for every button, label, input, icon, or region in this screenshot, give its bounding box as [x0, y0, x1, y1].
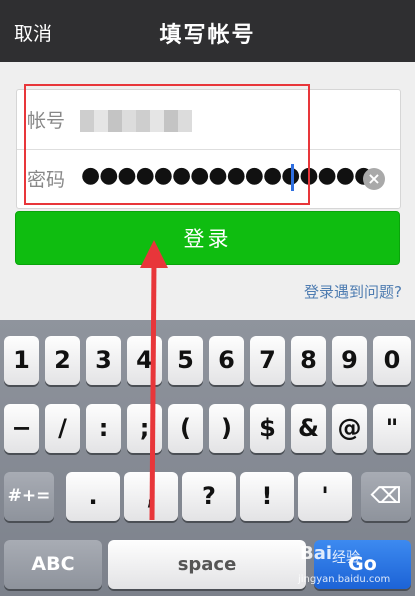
key-question[interactable]: ?: [182, 472, 236, 521]
key-semicolon[interactable]: ;: [127, 404, 162, 453]
watermark-logo: Bai: [300, 543, 333, 564]
key-5[interactable]: 5: [168, 336, 203, 385]
key-quote[interactable]: ": [373, 404, 411, 453]
key-1[interactable]: 1: [4, 336, 39, 385]
key-abc[interactable]: ABC: [4, 540, 102, 589]
key-6[interactable]: 6: [209, 336, 244, 385]
key-slash[interactable]: /: [45, 404, 80, 453]
key-exclamation[interactable]: !: [240, 472, 294, 521]
key-2[interactable]: 2: [45, 336, 80, 385]
navigation-bar: 取消 填写帐号: [0, 0, 415, 62]
backspace-icon[interactable]: ⌫: [361, 472, 411, 521]
key-4[interactable]: 4: [127, 336, 162, 385]
key-period[interactable]: .: [66, 472, 120, 521]
key-9[interactable]: 9: [332, 336, 367, 385]
key-colon[interactable]: :: [86, 404, 121, 453]
key-dollar[interactable]: $: [250, 404, 285, 453]
key-close-paren[interactable]: ): [209, 404, 244, 453]
key-3[interactable]: 3: [86, 336, 121, 385]
key-8[interactable]: 8: [291, 336, 326, 385]
key-space[interactable]: space: [108, 540, 306, 589]
key-more-symbols[interactable]: #+=: [4, 472, 54, 521]
page-title: 填写帐号: [159, 23, 256, 48]
clear-icon[interactable]: ×: [363, 168, 385, 190]
key-minus[interactable]: −: [4, 404, 39, 453]
baidu-watermark: Bai 经验 jingyan.baidu.com: [296, 543, 414, 593]
key-apostrophe[interactable]: ': [298, 472, 352, 521]
watermark-text: 经验: [332, 550, 360, 566]
highlight-box-annotation: [24, 84, 310, 205]
watermark-url: jingyan.baidu.com: [298, 574, 391, 585]
login-button[interactable]: 登录: [15, 211, 400, 265]
key-ampersand[interactable]: &: [291, 404, 326, 453]
key-7[interactable]: 7: [250, 336, 285, 385]
key-0[interactable]: 0: [373, 336, 411, 385]
key-comma[interactable]: ,: [124, 472, 178, 521]
login-help-link[interactable]: 登录遇到问题?: [304, 281, 402, 302]
key-open-paren[interactable]: (: [168, 404, 203, 453]
key-at[interactable]: @: [332, 404, 367, 453]
